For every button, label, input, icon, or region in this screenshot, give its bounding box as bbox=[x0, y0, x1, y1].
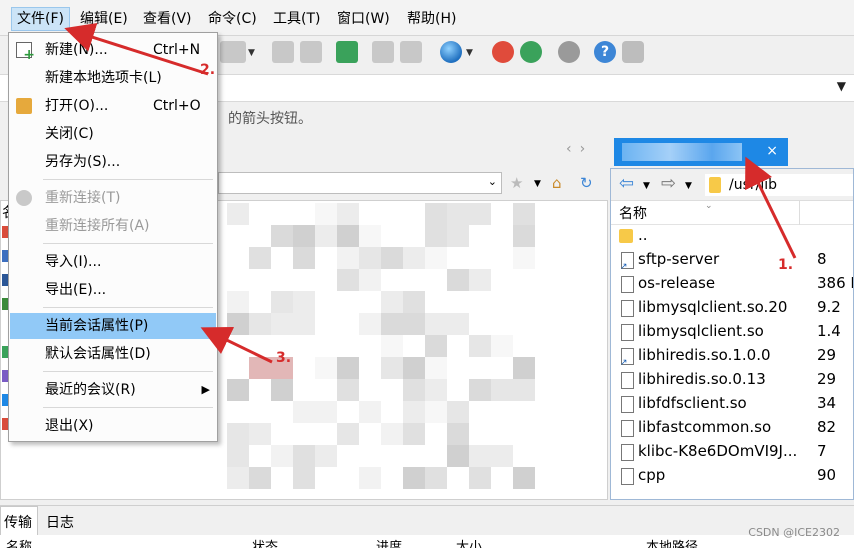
annotation-label-2: 2. bbox=[200, 62, 216, 78]
annotation-arrow-1 bbox=[745, 156, 797, 259]
annotation-layer bbox=[64, 22, 797, 364]
annotation-arrow-3 bbox=[200, 326, 273, 364]
annotation-label-3: 3. bbox=[276, 350, 292, 366]
annotation-arrow-2 bbox=[64, 22, 209, 76]
annotation-label-1: 1. bbox=[778, 257, 794, 273]
